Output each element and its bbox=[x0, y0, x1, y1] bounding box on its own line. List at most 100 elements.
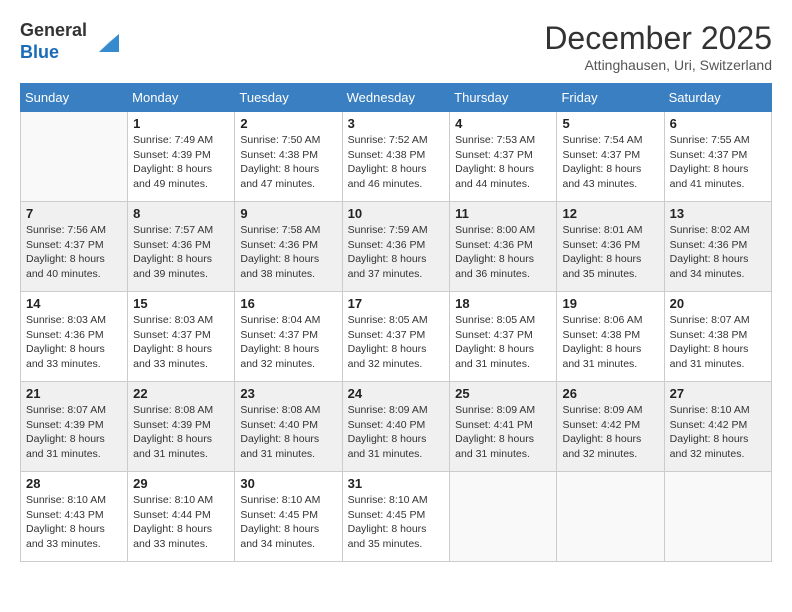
day-number: 6 bbox=[670, 116, 766, 131]
day-info: Sunrise: 8:09 AMSunset: 4:41 PMDaylight:… bbox=[455, 403, 551, 462]
day-info: Sunrise: 8:01 AMSunset: 4:36 PMDaylight:… bbox=[562, 223, 658, 282]
calendar-cell: 16Sunrise: 8:04 AMSunset: 4:37 PMDayligh… bbox=[235, 292, 342, 382]
header-cell-thursday: Thursday bbox=[450, 84, 557, 112]
calendar-cell: 25Sunrise: 8:09 AMSunset: 4:41 PMDayligh… bbox=[450, 382, 557, 472]
day-info: Sunrise: 8:00 AMSunset: 4:36 PMDaylight:… bbox=[455, 223, 551, 282]
day-number: 27 bbox=[670, 386, 766, 401]
calendar-cell: 29Sunrise: 8:10 AMSunset: 4:44 PMDayligh… bbox=[128, 472, 235, 562]
calendar-cell: 18 Sunrise: 8:05 AMSunset: 4:37 PMDayligh… bbox=[450, 292, 557, 382]
day-info: Sunrise: 8:10 AMSunset: 4:45 PMDaylight:… bbox=[240, 493, 336, 552]
logo-general: General bbox=[20, 20, 87, 40]
calendar-cell: 7 Sunrise: 7:56 AMSunset: 4:37 PMDaylight… bbox=[21, 202, 128, 292]
calendar-cell: 2 Sunrise: 7:50 AMSunset: 4:38 PMDaylight… bbox=[235, 112, 342, 202]
header-row: SundayMondayTuesdayWednesdayThursdayFrid… bbox=[21, 84, 772, 112]
day-number: 4 bbox=[455, 116, 551, 131]
calendar-cell: 15 Sunrise: 8:03 AMSunset: 4:37 PMDayligh… bbox=[128, 292, 235, 382]
calendar-cell: 22Sunrise: 8:08 AMSunset: 4:39 PMDayligh… bbox=[128, 382, 235, 472]
day-number: 22 bbox=[133, 386, 229, 401]
day-number: 19 bbox=[562, 296, 658, 311]
calendar-cell: 21 Sunrise: 8:07 AMSunset: 4:39 PMDayligh… bbox=[21, 382, 128, 472]
header-cell-wednesday: Wednesday bbox=[342, 84, 450, 112]
day-number: 13 bbox=[670, 206, 766, 221]
header-cell-friday: Friday bbox=[557, 84, 664, 112]
calendar-cell: 8Sunrise: 7:57 AMSunset: 4:36 PMDaylight… bbox=[128, 202, 235, 292]
month-title: December 2025 bbox=[544, 20, 772, 57]
day-info: Sunrise: 8:02 AMSunset: 4:36 PMDaylight:… bbox=[670, 223, 766, 282]
calendar-cell: 26 Sunrise: 8:09 AMSunset: 4:42 PMDayligh… bbox=[557, 382, 664, 472]
day-number: 12 bbox=[562, 206, 658, 221]
day-number: 24 bbox=[348, 386, 445, 401]
calendar-cell: 23 Sunrise: 8:08 AMSunset: 4:40 PMDayligh… bbox=[235, 382, 342, 472]
day-info: Sunrise: 8:03 AMSunset: 4:36 PMDaylight:… bbox=[26, 313, 122, 372]
day-number: 21 bbox=[26, 386, 122, 401]
location-subtitle: Attinghausen, Uri, Switzerland bbox=[544, 57, 772, 73]
week-row-5: 28 Sunrise: 8:10 AMSunset: 4:43 PMDayligh… bbox=[21, 472, 772, 562]
day-number: 9 bbox=[240, 206, 336, 221]
day-info: Sunrise: 8:10 AMSunset: 4:44 PMDaylight:… bbox=[133, 493, 229, 552]
day-info: Sunrise: 7:59 AMSunset: 4:36 PMDaylight:… bbox=[348, 223, 445, 282]
day-info: Sunrise: 8:10 AMSunset: 4:43 PMDaylight:… bbox=[26, 493, 122, 552]
day-number: 5 bbox=[562, 116, 658, 131]
day-info: Sunrise: 7:55 AMSunset: 4:37 PMDaylight:… bbox=[670, 133, 766, 192]
day-info: Sunrise: 7:52 AMSunset: 4:38 PMDaylight:… bbox=[348, 133, 445, 192]
calendar-header: SundayMondayTuesdayWednesdayThursdayFrid… bbox=[21, 84, 772, 112]
calendar-cell bbox=[450, 472, 557, 562]
day-number: 31 bbox=[348, 476, 445, 491]
calendar-cell: 4 Sunrise: 7:53 AMSunset: 4:37 PMDaylight… bbox=[450, 112, 557, 202]
calendar-cell: 12 Sunrise: 8:01 AMSunset: 4:36 PMDayligh… bbox=[557, 202, 664, 292]
day-info: Sunrise: 7:57 AMSunset: 4:36 PMDaylight:… bbox=[133, 223, 229, 282]
day-info: Sunrise: 8:03 AMSunset: 4:37 PMDaylight:… bbox=[133, 313, 229, 372]
week-row-3: 14 Sunrise: 8:03 AMSunset: 4:36 PMDayligh… bbox=[21, 292, 772, 382]
day-info: Sunrise: 8:10 AMSunset: 4:42 PMDaylight:… bbox=[670, 403, 766, 462]
day-number: 17 bbox=[348, 296, 445, 311]
week-row-4: 21 Sunrise: 8:07 AMSunset: 4:39 PMDayligh… bbox=[21, 382, 772, 472]
day-number: 14 bbox=[26, 296, 122, 311]
calendar-cell: 5Sunrise: 7:54 AMSunset: 4:37 PMDaylight… bbox=[557, 112, 664, 202]
day-info: Sunrise: 7:53 AMSunset: 4:37 PMDaylight:… bbox=[455, 133, 551, 192]
calendar-cell: 10Sunrise: 7:59 AMSunset: 4:36 PMDayligh… bbox=[342, 202, 450, 292]
day-number: 2 bbox=[240, 116, 336, 131]
header-cell-sunday: Sunday bbox=[21, 84, 128, 112]
header-cell-tuesday: Tuesday bbox=[235, 84, 342, 112]
calendar-table: SundayMondayTuesdayWednesdayThursdayFrid… bbox=[20, 83, 772, 562]
logo-icon bbox=[91, 28, 119, 56]
calendar-cell bbox=[557, 472, 664, 562]
page-header: General Blue December 2025 Attinghausen,… bbox=[20, 20, 772, 73]
day-number: 30 bbox=[240, 476, 336, 491]
day-info: Sunrise: 8:05 AMSunset: 4:37 PMDaylight:… bbox=[348, 313, 445, 372]
calendar-cell: 24 Sunrise: 8:09 AMSunset: 4:40 PMDayligh… bbox=[342, 382, 450, 472]
calendar-cell: 6 Sunrise: 7:55 AMSunset: 4:37 PMDaylight… bbox=[664, 112, 771, 202]
day-info: Sunrise: 8:09 AMSunset: 4:42 PMDaylight:… bbox=[562, 403, 658, 462]
day-number: 1 bbox=[133, 116, 229, 131]
day-info: Sunrise: 7:50 AMSunset: 4:38 PMDaylight:… bbox=[240, 133, 336, 192]
calendar-cell: 27 Sunrise: 8:10 AMSunset: 4:42 PMDayligh… bbox=[664, 382, 771, 472]
day-info: Sunrise: 7:58 AMSunset: 4:36 PMDaylight:… bbox=[240, 223, 336, 282]
logo-text: General Blue bbox=[20, 20, 87, 63]
calendar-cell: 19 Sunrise: 8:06 AMSunset: 4:38 PMDayligh… bbox=[557, 292, 664, 382]
logo: General Blue bbox=[20, 20, 119, 63]
day-number: 28 bbox=[26, 476, 122, 491]
day-info: Sunrise: 7:56 AMSunset: 4:37 PMDaylight:… bbox=[26, 223, 122, 282]
day-info: Sunrise: 8:05 AMSunset: 4:37 PMDaylight:… bbox=[455, 313, 551, 372]
calendar-cell: 1Sunrise: 7:49 AMSunset: 4:39 PMDaylight… bbox=[128, 112, 235, 202]
day-number: 26 bbox=[562, 386, 658, 401]
day-info: Sunrise: 8:07 AMSunset: 4:39 PMDaylight:… bbox=[26, 403, 122, 462]
day-number: 7 bbox=[26, 206, 122, 221]
title-area: December 2025 Attinghausen, Uri, Switzer… bbox=[544, 20, 772, 73]
day-info: Sunrise: 8:06 AMSunset: 4:38 PMDaylight:… bbox=[562, 313, 658, 372]
day-info: Sunrise: 8:10 AMSunset: 4:45 PMDaylight:… bbox=[348, 493, 445, 552]
day-info: Sunrise: 8:04 AMSunset: 4:37 PMDaylight:… bbox=[240, 313, 336, 372]
calendar-cell: 30 Sunrise: 8:10 AMSunset: 4:45 PMDayligh… bbox=[235, 472, 342, 562]
day-number: 15 bbox=[133, 296, 229, 311]
day-info: Sunrise: 8:09 AMSunset: 4:40 PMDaylight:… bbox=[348, 403, 445, 462]
day-number: 23 bbox=[240, 386, 336, 401]
calendar-cell: 3Sunrise: 7:52 AMSunset: 4:38 PMDaylight… bbox=[342, 112, 450, 202]
day-number: 20 bbox=[670, 296, 766, 311]
calendar-cell: 28 Sunrise: 8:10 AMSunset: 4:43 PMDayligh… bbox=[21, 472, 128, 562]
day-number: 18 bbox=[455, 296, 551, 311]
calendar-cell: 9 Sunrise: 7:58 AMSunset: 4:36 PMDaylight… bbox=[235, 202, 342, 292]
calendar-cell: 13 Sunrise: 8:02 AMSunset: 4:36 PMDayligh… bbox=[664, 202, 771, 292]
day-info: Sunrise: 8:08 AMSunset: 4:40 PMDaylight:… bbox=[240, 403, 336, 462]
calendar-cell: 17 Sunrise: 8:05 AMSunset: 4:37 PMDayligh… bbox=[342, 292, 450, 382]
week-row-2: 7 Sunrise: 7:56 AMSunset: 4:37 PMDaylight… bbox=[21, 202, 772, 292]
